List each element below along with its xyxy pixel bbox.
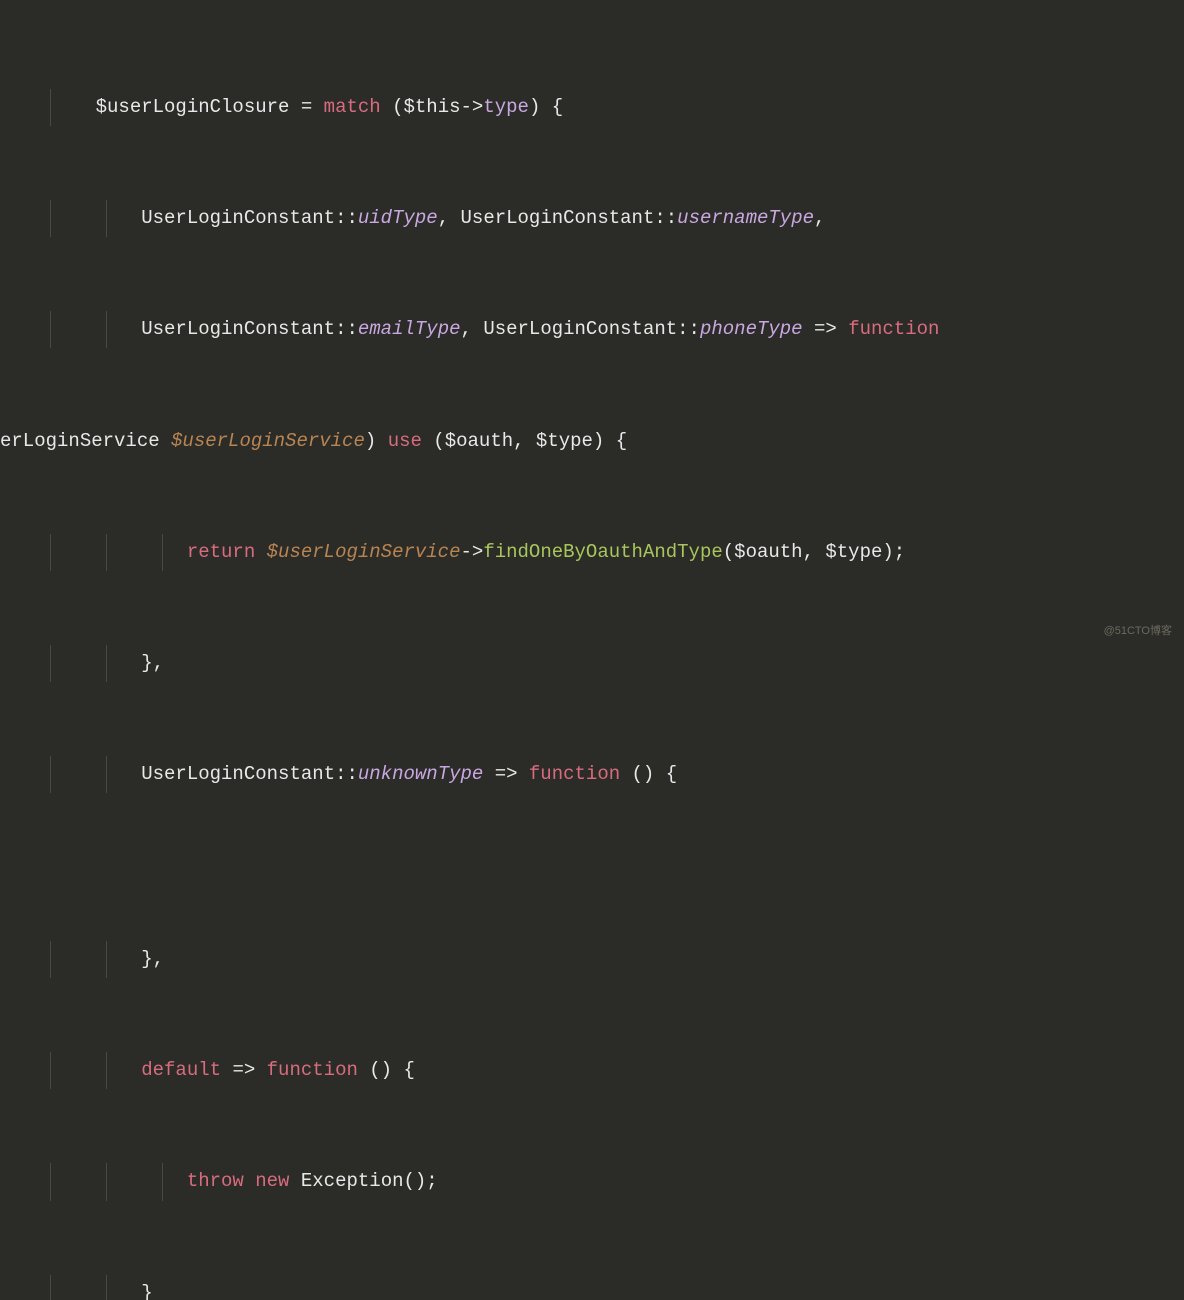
keyword-match: match [324, 96, 381, 118]
operator: = [289, 96, 323, 118]
code-line: default => function () { [0, 1052, 1184, 1089]
type-hint: erLoginService [0, 430, 171, 452]
code-line: $userLoginClosure = match ($this->type) … [0, 89, 1184, 126]
this-keyword: $this [404, 96, 461, 118]
keyword-new: new [255, 1170, 289, 1192]
constant-emailtype: emailType [358, 318, 461, 340]
keyword-function: function [848, 318, 939, 340]
code-line: } [0, 1275, 1184, 1300]
keyword-use: use [388, 430, 422, 452]
parameter: $userLoginService [171, 430, 365, 452]
code-line: UserLoginConstant::emailType, UserLoginC… [0, 311, 1184, 348]
exception-class: Exception(); [301, 1170, 438, 1192]
constant-unknowntype: unknownType [358, 763, 483, 785]
code-line: UserLoginConstant::unknownType => functi… [0, 756, 1184, 793]
code-line: }, [0, 645, 1184, 682]
method-call: findOneByOauthAndType [483, 541, 722, 563]
keyword-return: return [187, 541, 255, 563]
code-line: }, [0, 941, 1184, 978]
variable: $userLoginService [267, 541, 461, 563]
constant-uidtype: uidType [358, 207, 438, 229]
constant-usernametype: usernameType [677, 207, 814, 229]
code-line: throw new Exception(); [0, 1163, 1184, 1200]
class-name: UserLoginConstant [141, 207, 335, 229]
keyword-throw: throw [187, 1170, 244, 1192]
code-editor[interactable]: $userLoginClosure = match ($this->type) … [0, 0, 1184, 1300]
code-line: return $userLoginService->findOneByOauth… [0, 534, 1184, 571]
constant-phonetype: phoneType [700, 318, 803, 340]
property-type: type [483, 96, 529, 118]
code-line: UserLoginConstant::uidType, UserLoginCon… [0, 200, 1184, 237]
code-line: erLoginService $userLoginService) use ($… [0, 423, 1184, 460]
variable: $userLoginClosure [96, 96, 290, 118]
watermark: @51CTO博客 [1104, 621, 1172, 642]
keyword-default: default [141, 1059, 221, 1081]
